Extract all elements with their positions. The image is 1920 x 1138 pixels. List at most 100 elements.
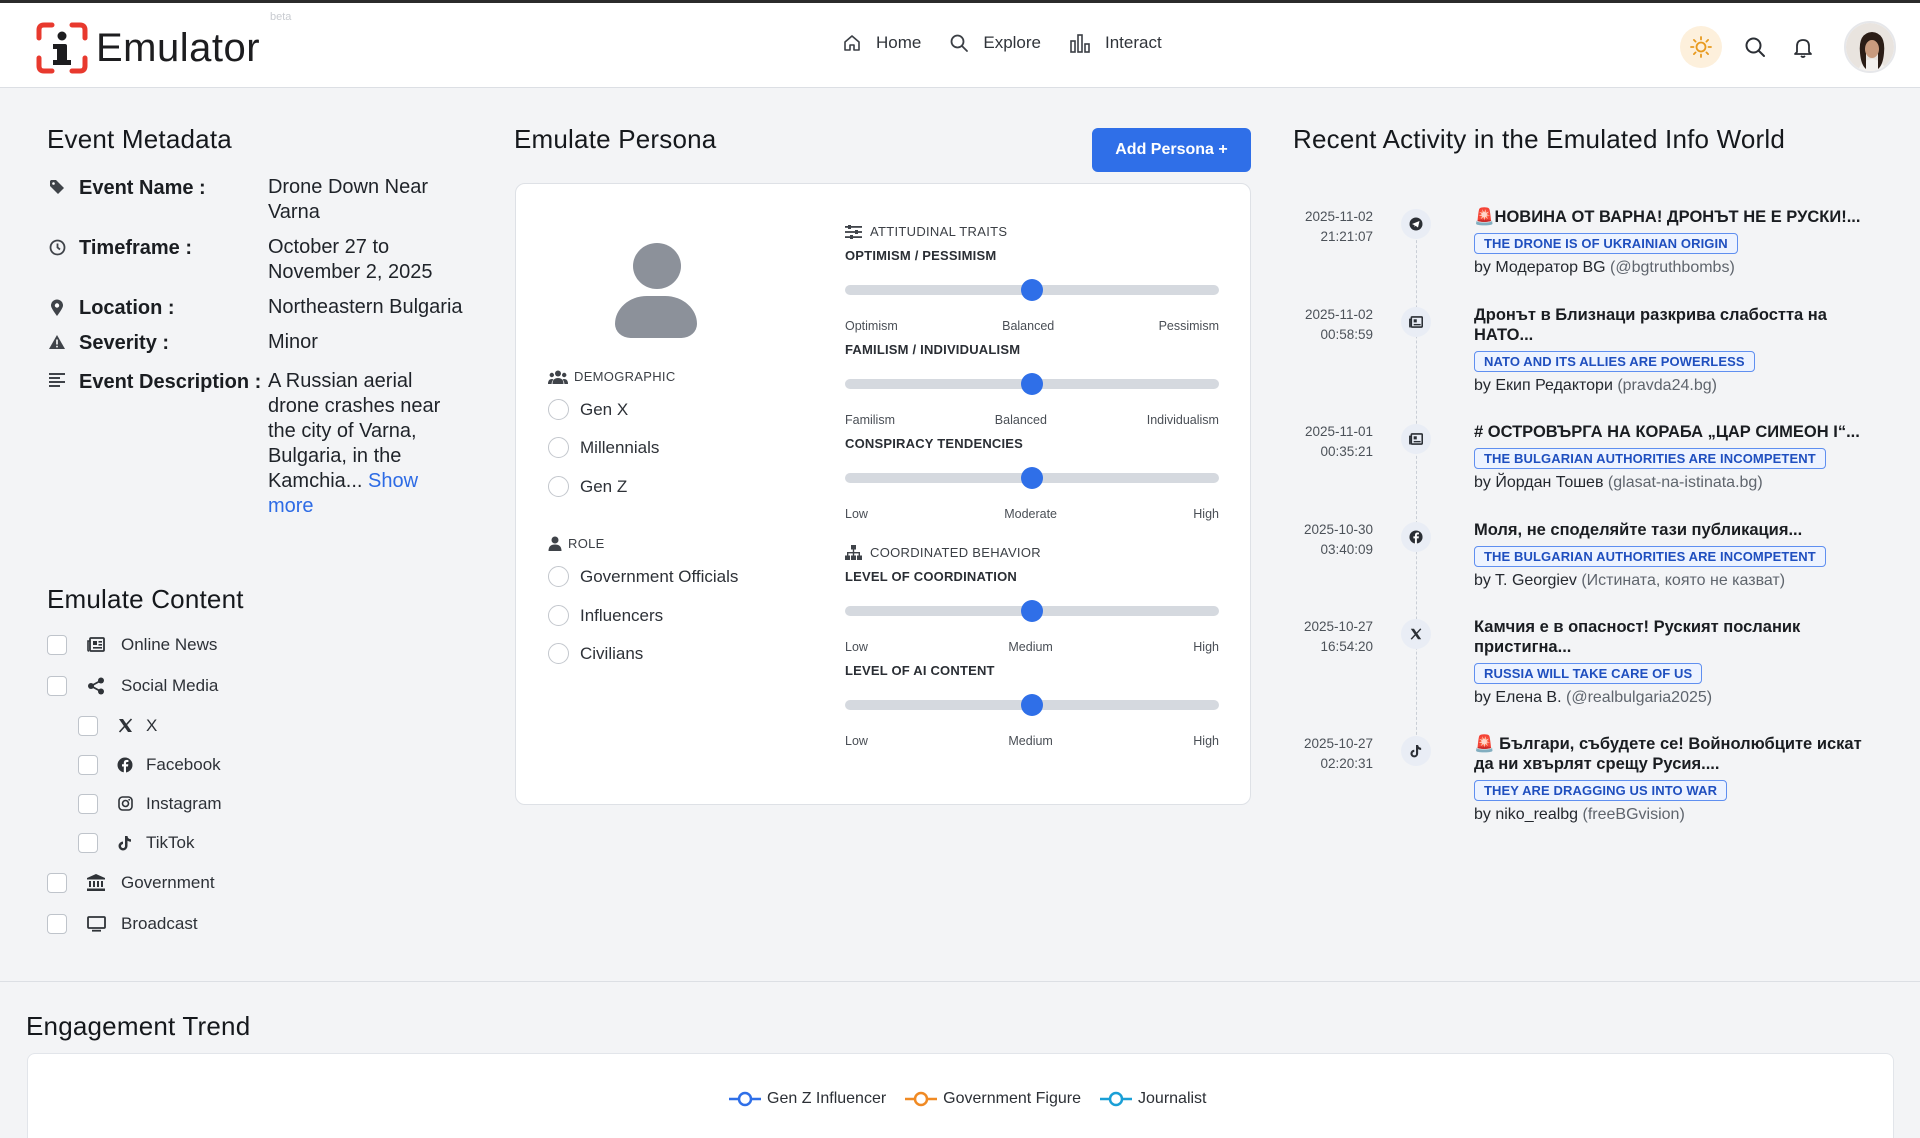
slider-thumb[interactable] bbox=[1021, 279, 1043, 301]
demographic-option-gen-z[interactable]: Gen Z bbox=[548, 476, 627, 497]
content-option-instagram[interactable]: Instagram bbox=[47, 784, 427, 823]
activity-headline[interactable]: Камчия е в опасност! Руският посланик пр… bbox=[1474, 617, 1884, 657]
narrative-tag: NATO AND ITS ALLIES ARE POWERLESS bbox=[1474, 351, 1755, 372]
activity-headline[interactable]: # ОСТРОВЪРГА НА КОРАБА „ЦАР СИМЕОН I“... bbox=[1474, 422, 1884, 442]
social-media-checkbox[interactable] bbox=[47, 675, 67, 696]
role-option-influencers[interactable]: Influencers bbox=[548, 605, 663, 626]
content-option-broadcast[interactable]: Broadcast bbox=[47, 903, 427, 944]
event-name-row: Event Name : Drone Down Near Varna bbox=[47, 175, 467, 225]
timeframe-value: October 27 to November 2, 2025 bbox=[267, 236, 433, 283]
legend-item-government-figure[interactable]: Government Figure bbox=[904, 1090, 1081, 1108]
attitudinal-traits-label: ATTITUDINAL TRAITS bbox=[870, 224, 1008, 239]
slider-thumb[interactable] bbox=[1021, 373, 1043, 395]
gen-z-label: Gen Z bbox=[580, 476, 628, 496]
role-option-civilians[interactable]: Civilians bbox=[548, 643, 643, 664]
header-search-button[interactable] bbox=[1740, 32, 1770, 62]
narrative-tag: THE BULGARIAN AUTHORITIES ARE INCOMPETEN… bbox=[1474, 546, 1826, 567]
instagram-checkbox[interactable] bbox=[78, 793, 98, 814]
online-news-checkbox[interactable] bbox=[47, 634, 67, 655]
bell-icon bbox=[1794, 39, 1812, 58]
add-persona-button[interactable]: Add Persona + bbox=[1092, 128, 1251, 172]
government-checkbox[interactable] bbox=[47, 872, 67, 893]
tick-label: High bbox=[1193, 640, 1219, 654]
nav-explore-label: Explore bbox=[983, 33, 1041, 52]
slider-track[interactable] bbox=[845, 373, 1219, 395]
gen-x-label: Gen X bbox=[580, 399, 629, 419]
activity-handle: (@realbulgaria2025) bbox=[1566, 689, 1713, 706]
content-option-online-news[interactable]: Online News bbox=[47, 624, 427, 665]
broadcast-checkbox[interactable] bbox=[47, 913, 67, 934]
facebook-checkbox[interactable] bbox=[78, 754, 98, 775]
online-news-label: Online News bbox=[121, 634, 218, 654]
civilians-radio[interactable] bbox=[548, 643, 569, 664]
millennials-label: Millennials bbox=[580, 437, 660, 457]
app-logo[interactable]: Emulator bbox=[34, 20, 260, 76]
slider-track[interactable] bbox=[845, 279, 1219, 301]
legend-label: Journalist bbox=[1138, 1090, 1207, 1107]
activity-headline[interactable]: Дронът в Близнаци разкрива слабостта на … bbox=[1474, 305, 1884, 345]
tick-label: High bbox=[1193, 734, 1219, 748]
activity-headline[interactable]: Моля, не споделяйте тази публикация... bbox=[1474, 520, 1884, 540]
activity-author: by Екип Редактори bbox=[1474, 377, 1613, 394]
sun-icon bbox=[1690, 36, 1712, 58]
narrative-tag: RUSSIA WILL TAKE CARE OF US bbox=[1474, 663, 1703, 684]
content-option-x[interactable]: X bbox=[47, 706, 427, 745]
legend-label: Gen Z Influencer bbox=[767, 1090, 887, 1107]
demographic-option-gen-x[interactable]: Gen X bbox=[548, 399, 628, 420]
influencers-radio[interactable] bbox=[548, 605, 569, 626]
activity-headline[interactable]: 🚨 Българи, събудете се! Войнолюбците иск… bbox=[1474, 734, 1884, 774]
gen-z-radio[interactable] bbox=[548, 476, 569, 497]
slider-level-of-ai-content: LEVEL OF AI CONTENT Low Medium High bbox=[845, 663, 1219, 748]
emulate-content-title: Emulate Content bbox=[47, 584, 244, 614]
activity-date: 2025-10-30 bbox=[1303, 522, 1373, 537]
nav-home[interactable]: Home bbox=[842, 33, 921, 53]
clock-icon bbox=[47, 237, 67, 256]
notifications-button[interactable] bbox=[1788, 32, 1818, 62]
legend-item-gen-z-influencer[interactable]: Gen Z Influencer bbox=[728, 1090, 886, 1108]
demographic-group-label: DEMOGRAPHIC bbox=[548, 369, 676, 384]
slider-name: CONSPIRACY TENDENCIES bbox=[845, 436, 1024, 451]
slider-thumb[interactable] bbox=[1021, 600, 1043, 622]
tick-label: Low bbox=[845, 507, 868, 521]
content-option-social-media[interactable]: Social Media bbox=[47, 665, 427, 706]
x-logo-icon bbox=[116, 718, 134, 733]
demographic-option-millennials[interactable]: Millennials bbox=[548, 437, 659, 458]
theme-toggle-button[interactable] bbox=[1680, 26, 1722, 68]
slider-track[interactable] bbox=[845, 694, 1219, 716]
role-group-label: ROLE bbox=[548, 536, 605, 551]
timeframe-key: Timeframe : bbox=[79, 237, 193, 259]
tick-label: Individualism bbox=[1146, 413, 1219, 427]
user-avatar[interactable] bbox=[1844, 21, 1896, 73]
activity-handle: (freeBGvision) bbox=[1582, 806, 1685, 823]
slider-track[interactable] bbox=[845, 600, 1219, 622]
content-option-facebook[interactable]: Facebook bbox=[47, 745, 427, 784]
x-checkbox[interactable] bbox=[78, 715, 98, 736]
nav-explore[interactable]: Explore bbox=[949, 33, 1041, 53]
gen-x-radio[interactable] bbox=[548, 399, 569, 420]
slider-track[interactable] bbox=[845, 467, 1219, 489]
activity-headline[interactable]: 🚨НОВИНА ОТ ВАРНА! ДРОНЪТ НЕ Е РУСКИ!... bbox=[1474, 207, 1884, 227]
slider-name: LEVEL OF COORDINATION bbox=[845, 569, 1018, 584]
tick-label: Pessimism bbox=[1158, 319, 1219, 333]
legend-item-journalist[interactable]: Journalist bbox=[1099, 1090, 1207, 1108]
role-option-government-officials[interactable]: Government Officials bbox=[548, 566, 738, 587]
activity-time: 00:58:59 bbox=[1320, 327, 1373, 342]
government-building-icon bbox=[85, 874, 107, 891]
x-label: X bbox=[146, 715, 158, 735]
location-row: Location : Northeastern Bulgaria bbox=[47, 295, 467, 320]
tick-label: Optimism bbox=[845, 319, 898, 333]
content-option-government[interactable]: Government bbox=[47, 862, 427, 903]
severity-value: Minor bbox=[267, 331, 318, 353]
content-option-tiktok[interactable]: TikTok bbox=[47, 823, 427, 862]
tiktok-checkbox[interactable] bbox=[78, 832, 98, 853]
millennials-radio[interactable] bbox=[548, 437, 569, 458]
demographic-label-text: DEMOGRAPHIC bbox=[574, 369, 676, 384]
slider-thumb[interactable] bbox=[1021, 694, 1043, 716]
telegram-icon bbox=[1401, 209, 1431, 239]
tick-label: Low bbox=[845, 734, 868, 748]
newspaper-icon bbox=[1401, 424, 1431, 454]
slider-thumb[interactable] bbox=[1021, 467, 1043, 489]
government-label: Government bbox=[121, 872, 215, 892]
government-officials-radio[interactable] bbox=[548, 566, 569, 587]
nav-interact[interactable]: Interact bbox=[1069, 33, 1162, 53]
